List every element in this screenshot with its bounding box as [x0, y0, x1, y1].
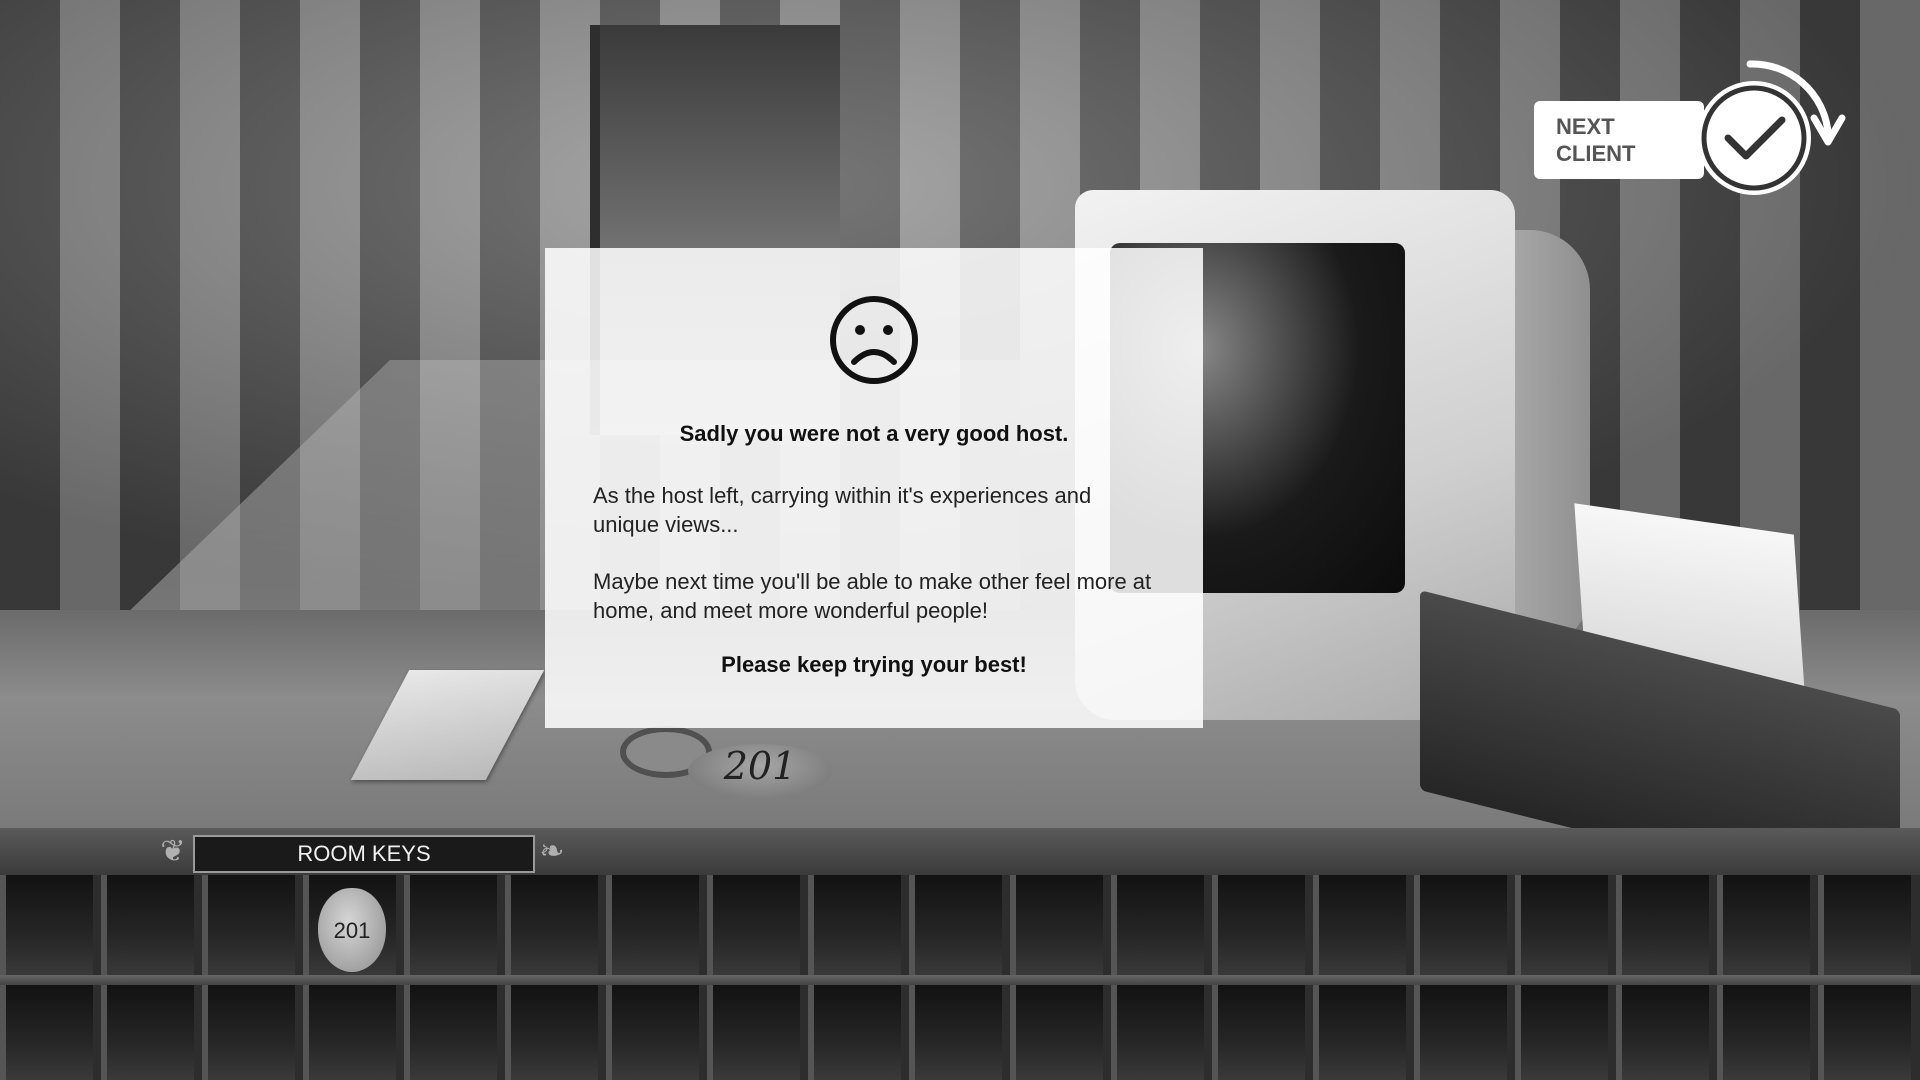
key-slot[interactable]	[202, 985, 295, 1080]
sad-face-icon	[830, 296, 918, 384]
check-circle-arrow-icon[interactable]	[1690, 52, 1850, 202]
ornament-right-icon: ❧	[539, 834, 565, 869]
key-slot[interactable]	[808, 985, 901, 1080]
key-slot[interactable]	[909, 985, 1002, 1080]
key-slot[interactable]	[101, 875, 194, 977]
key-slot[interactable]	[1818, 985, 1911, 1080]
key-slot[interactable]	[404, 875, 497, 977]
key-slot[interactable]	[202, 875, 295, 977]
key-slot[interactable]	[707, 875, 800, 977]
key-slot[interactable]	[606, 875, 699, 977]
key-slot[interactable]	[909, 875, 1002, 977]
key-slot[interactable]	[505, 985, 598, 1080]
key-shelf-row-bottom	[0, 985, 1920, 1080]
key-slot[interactable]	[1212, 985, 1305, 1080]
next-client-button[interactable]: NEXT CLIENT	[1534, 101, 1704, 179]
room-keys-title: ROOM KEYS	[193, 835, 535, 873]
key-slot[interactable]	[303, 985, 396, 1080]
slot-room-key-number: 201	[333, 918, 371, 943]
ornament-left-icon: ❦	[160, 834, 186, 869]
key-slot[interactable]	[1111, 875, 1204, 977]
key-slot[interactable]	[808, 875, 901, 977]
key-slot[interactable]	[1414, 875, 1507, 977]
key-slot[interactable]	[1515, 875, 1608, 977]
key-slot[interactable]	[1515, 985, 1608, 1080]
key-slot[interactable]	[1313, 875, 1406, 977]
desk-room-key-number: 201	[723, 744, 797, 788]
key-slot[interactable]	[1717, 985, 1810, 1080]
next-client-label: NEXT CLIENT	[1556, 114, 1636, 166]
key-slot[interactable]	[1212, 875, 1305, 977]
key-slot[interactable]	[404, 985, 497, 1080]
key-slot[interactable]	[1111, 985, 1204, 1080]
key-slot[interactable]	[505, 875, 598, 977]
key-shelf	[0, 875, 1920, 1080]
key-slot[interactable]	[707, 985, 800, 1080]
dialog-title: Sadly you were not a very good host.	[679, 421, 1069, 446]
key-slot[interactable]	[1313, 985, 1406, 1080]
key-slot[interactable]	[101, 985, 194, 1080]
key-slot[interactable]	[1616, 985, 1709, 1080]
key-slot[interactable]	[1010, 875, 1103, 977]
key-slot[interactable]	[1818, 875, 1911, 977]
shelf-divider	[0, 975, 1920, 985]
key-slot[interactable]	[0, 985, 93, 1080]
key-slot[interactable]	[606, 985, 699, 1080]
key-slot[interactable]	[1010, 985, 1103, 1080]
key-shelf-row-top	[0, 875, 1920, 977]
dialog-footer: Please keep trying your best!	[721, 652, 1027, 677]
key-slot[interactable]	[1414, 985, 1507, 1080]
dialog-paragraph: As the host left, carrying within it's e…	[593, 483, 1092, 537]
key-slot[interactable]	[0, 875, 93, 977]
room-keys-header: ❦ ROOM KEYS ❧	[155, 833, 570, 873]
result-dialog: Sadly you were not a very good host. As …	[545, 248, 1203, 728]
dialog-paragraph: Maybe next time you'll be able to make o…	[593, 569, 1152, 623]
key-slot[interactable]	[1616, 875, 1709, 977]
key-slot[interactable]	[1717, 875, 1810, 977]
